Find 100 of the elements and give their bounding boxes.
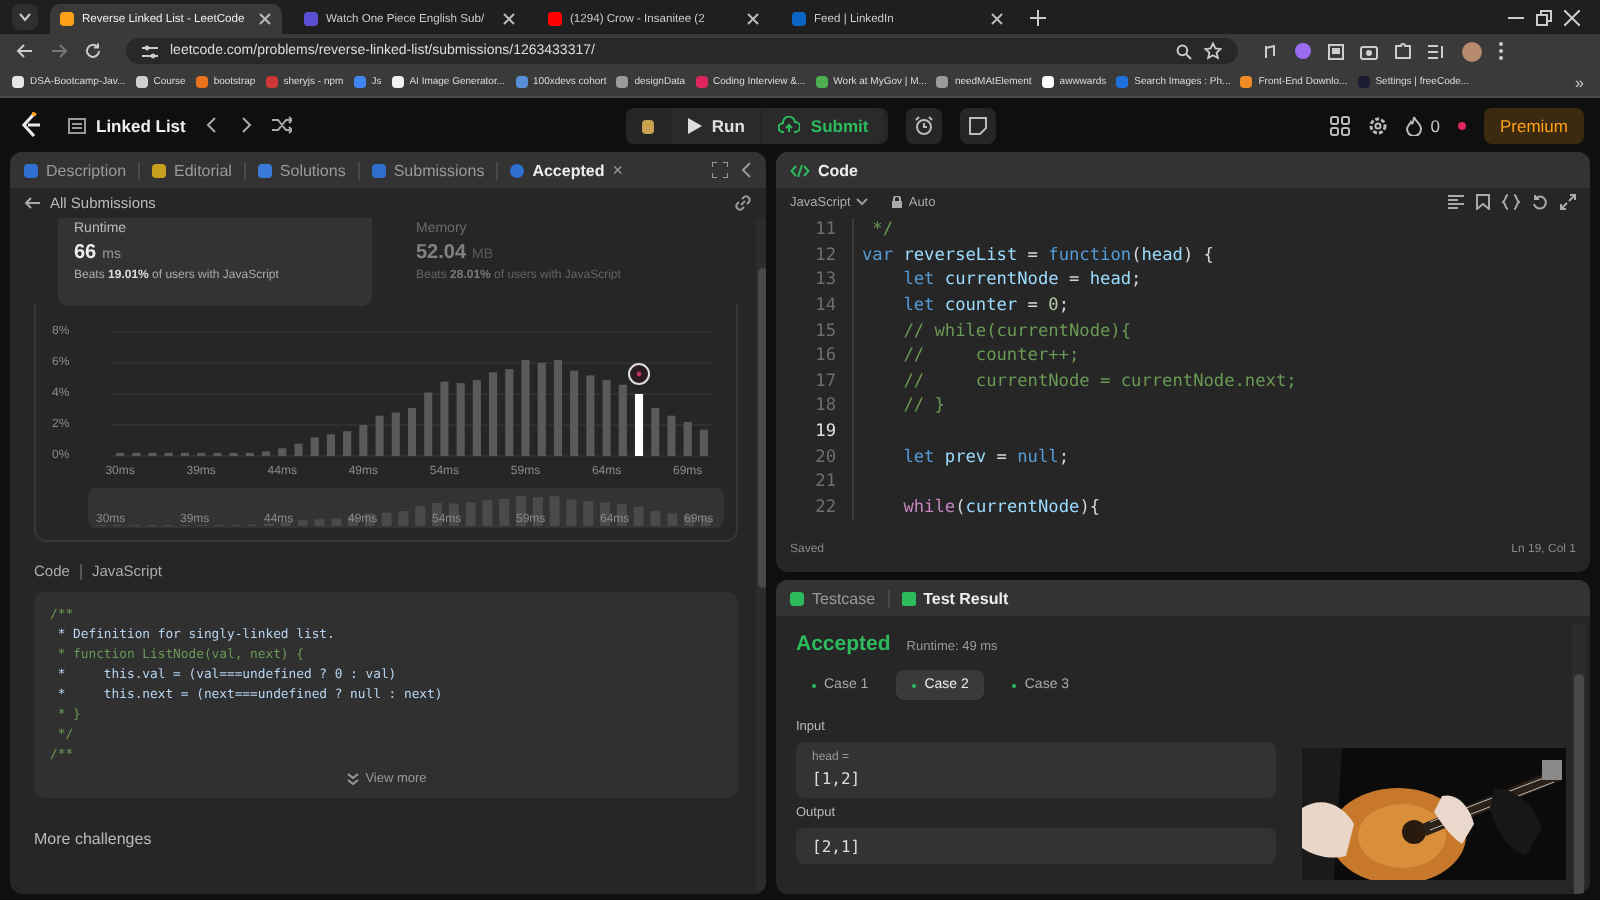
streak-counter[interactable]: 0 (1406, 115, 1440, 135)
camera-icon[interactable] (1360, 43, 1378, 59)
braces-icon[interactable] (1502, 194, 1520, 210)
chevrons-down-icon (345, 772, 360, 786)
code-icon (790, 163, 810, 177)
tab-icon (257, 163, 272, 177)
reload-icon[interactable] (84, 42, 102, 60)
code-line: let prev = null; (901, 447, 1070, 468)
bar[interactable] (634, 394, 644, 456)
input-value: [1,2] (812, 770, 863, 788)
tab-icon (24, 163, 38, 177)
chevron-icon (16, 8, 34, 26)
notification-dot-icon[interactable] (1457, 121, 1466, 129)
stat-value: 66 (74, 242, 97, 264)
code-line: // } (901, 396, 945, 417)
tab-icon (510, 163, 525, 177)
stat-value: 52.04 (416, 242, 467, 264)
premium-button[interactable]: Premium (1483, 107, 1584, 143)
section-heading: More challenges (34, 830, 154, 848)
line-number: 15 (813, 321, 836, 342)
forward-icon[interactable] (50, 42, 68, 60)
panel-tab[interactable]: Testcase (790, 589, 876, 607)
line-number: 19 (813, 422, 836, 443)
code-line: while(currentNode){ (901, 497, 1101, 518)
code-line: */ (870, 220, 894, 241)
code-line: // while(currentNode){ (901, 321, 1132, 342)
panel-tab[interactable]: Test Result (901, 589, 1009, 607)
code-line: let currentNode = head; (901, 270, 1142, 291)
alarm-icon (914, 115, 935, 135)
back-arrow-icon (24, 196, 40, 210)
line-number: 11 (813, 220, 836, 241)
tab-search-button[interactable] (12, 4, 38, 30)
panel-tab[interactable]: Submissions (371, 161, 485, 179)
back-icon[interactable] (16, 42, 34, 60)
run-button[interactable]: Run (671, 107, 761, 143)
site-info-icon[interactable] (142, 43, 158, 59)
settings-icon[interactable] (1368, 115, 1389, 135)
note-icon (968, 115, 989, 135)
new-tab-icon[interactable] (1030, 9, 1046, 25)
menu-icon[interactable] (1498, 42, 1504, 60)
close-icon[interactable] (258, 12, 272, 26)
line-number: 14 (813, 296, 836, 317)
panel-tab[interactable]: Solutions (257, 161, 346, 179)
extension-icon[interactable] (1262, 43, 1278, 59)
bookmark-icon[interactable] (1476, 194, 1490, 210)
restore-icon[interactable] (1536, 9, 1552, 25)
line-number: 18 (813, 396, 836, 417)
tab-icon (790, 591, 804, 605)
puzzle-icon[interactable] (1394, 42, 1412, 60)
reading-list-icon[interactable] (1428, 43, 1446, 59)
flame-icon (1406, 115, 1423, 135)
alarm-button[interactable] (906, 107, 943, 143)
shuffle-icon[interactable] (271, 116, 292, 134)
zoom-icon[interactable] (1176, 43, 1192, 59)
close-icon[interactable] (502, 12, 516, 26)
tab-icon (901, 591, 916, 605)
list-icon (68, 117, 86, 133)
line-number: 12 (813, 245, 836, 266)
layout-icon[interactable] (1330, 115, 1351, 135)
more-bookmarks-button[interactable]: » (1575, 73, 1584, 91)
scrollbar[interactable] (756, 218, 766, 894)
line-number: 13 (813, 270, 836, 291)
line-number: 17 (813, 371, 836, 392)
tab-icon (371, 163, 386, 177)
problem-list-button[interactable]: Linked List (68, 115, 186, 135)
code-line: var reverseList = function(head) { (862, 245, 1214, 266)
notes-button[interactable] (960, 107, 997, 143)
caret-icon (856, 198, 869, 206)
line-number: 16 (813, 346, 836, 367)
previous-icon[interactable] (203, 116, 220, 134)
lock-icon (892, 196, 903, 208)
selection-marker (628, 363, 651, 385)
reset-icon[interactable] (1532, 194, 1548, 210)
code-line: let counter = 0; (901, 296, 1070, 317)
panel-tab[interactable]: Accepted × (510, 160, 623, 180)
tab-icon (152, 163, 167, 177)
output-value: [2,1] (812, 838, 863, 856)
avatar-icon[interactable] (1462, 41, 1482, 61)
submit-button[interactable]: Submit (762, 107, 885, 143)
panel-tab[interactable]: Code (790, 161, 858, 179)
next-icon[interactable] (237, 116, 254, 134)
line-number: 21 (813, 472, 836, 493)
expand-icon[interactable] (1560, 194, 1576, 210)
line-number: 22 (813, 497, 836, 518)
close-icon[interactable] (990, 12, 1004, 26)
play-icon (687, 117, 702, 133)
close-icon[interactable] (746, 12, 760, 26)
fullscreen-icon[interactable] (712, 162, 728, 178)
logo-icon[interactable] (20, 112, 42, 138)
star-icon[interactable] (1204, 42, 1222, 60)
code-line: // currentNode = currentNode.next; (901, 371, 1297, 392)
close-icon[interactable] (1564, 9, 1580, 25)
result-status: Accepted (796, 632, 891, 656)
panel-tab[interactable]: Description (24, 161, 127, 179)
panel-tab[interactable]: Editorial (152, 161, 232, 179)
format-icon[interactable] (1448, 194, 1464, 210)
cloud-upload-icon (778, 116, 801, 134)
collapse-icon[interactable] (740, 162, 752, 178)
close-tab-button[interactable]: × (612, 160, 623, 180)
link-icon[interactable] (734, 194, 752, 212)
